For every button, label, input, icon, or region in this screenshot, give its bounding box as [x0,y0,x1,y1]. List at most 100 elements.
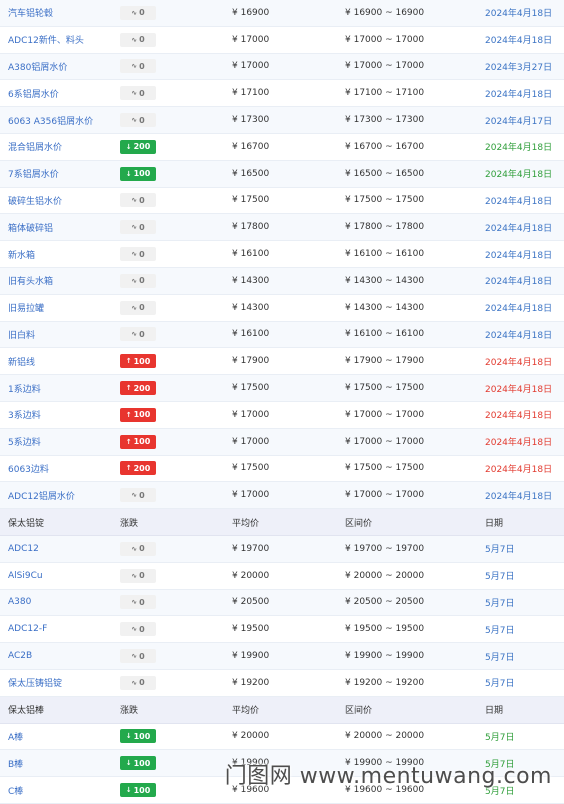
product-name-link[interactable]: 旧有头水箱 [8,268,53,294]
product-name-link[interactable]: C棒 [8,777,23,803]
change-badge: ∿ 0 [120,675,156,690]
flat-trend-icon: ∿ [131,196,138,205]
change-value: 0 [139,490,145,500]
change-cell: ↓ 100 [120,724,156,750]
flat-trend-icon: ∿ [131,276,138,285]
change-badge: ↓ 100 [120,729,156,744]
table-row: 新水箱 ∿ 0 ¥ 16100 ¥ 16100 ~ 16100 2024年4月18日 [0,241,564,268]
change-badge: ∿ 0 [120,488,156,503]
product-name-link[interactable]: AC2B [8,643,32,669]
product-name-link[interactable]: 汽车铝轮毂 [8,0,53,26]
date: 5月7日 [485,598,515,609]
average-price: ¥ 19900 [232,651,270,662]
price-range: ¥ 17800 ~ 17800 [345,222,425,233]
price-range: ¥ 19500 ~ 19500 [345,624,425,635]
change-cell: ↑ 100 [120,402,156,428]
date: 2024年4月18日 [485,89,553,100]
change-value: 0 [139,303,145,313]
column-header-range: 区间价 [345,706,373,717]
change-value: 100 [133,731,151,741]
change-value: 0 [139,597,145,607]
average-price: ¥ 16700 [232,141,270,152]
change-value: 200 [133,383,151,393]
product-name-link[interactable]: 混合铝屑水价 [8,134,62,160]
product-name-link[interactable]: 保太压铸铝锭 [8,670,62,696]
flat-trend-icon: ∿ [131,544,138,553]
product-name-link[interactable]: A380 [8,590,31,616]
change-cell: ↑ 100 [120,429,156,455]
product-name-link[interactable]: 6063 A356铝屑水价 [8,107,93,133]
product-name-link[interactable]: AlSi9Cu [8,563,43,589]
flat-trend-icon: ∿ [131,8,138,17]
product-name-link[interactable]: ADC12铝屑水价 [8,482,75,508]
change-badge: ↓ 200 [120,139,156,154]
table-row: 1系边料 ↑ 200 ¥ 17500 ¥ 17500 ~ 17500 2024年4月18日 [0,375,564,402]
product-name-link[interactable]: 旧白料 [8,322,35,348]
date: 2024年4月18日 [485,277,553,288]
change-badge: ↑ 100 [120,434,156,449]
change-badge: ∿ 0 [120,649,156,664]
average-price: ¥ 16900 [232,7,270,18]
product-name-link[interactable]: B棒 [8,750,23,776]
product-name-link[interactable]: A380铝屑水价 [8,54,67,80]
product-name-link[interactable]: ADC12-F [8,616,47,642]
change-cell: ∿ 0 [120,616,156,642]
product-name-link[interactable]: 新铝线 [8,348,35,374]
change-badge: ∿ 0 [120,541,156,556]
change-cell: ↓ 100 [120,750,156,776]
change-cell: ∿ 0 [120,107,156,133]
product-name-link[interactable]: A棒 [8,724,23,750]
change-badge: ↓ 100 [120,166,156,181]
average-price: ¥ 19200 [232,677,270,688]
change-cell: ∿ 0 [120,536,156,562]
product-name-link[interactable]: 5系边料 [8,429,41,455]
change-cell: ∿ 0 [120,0,156,26]
section-header-row: 保太铝锭 涨跌 平均价 区间价 日期 [0,509,564,536]
date: 2024年4月17日 [485,116,553,127]
date: 2024年4月18日 [485,384,553,395]
average-price: ¥ 17300 [232,115,270,126]
flat-trend-icon: ∿ [131,62,138,71]
date: 5月7日 [485,545,515,556]
average-price: ¥ 16100 [232,329,270,340]
product-name-link[interactable]: 6063边料 [8,456,49,482]
column-header-change: 涨跌 [120,706,139,717]
average-price: ¥ 14300 [232,302,270,313]
table-row: 旧有头水箱 ∿ 0 ¥ 14300 ¥ 14300 ~ 14300 2024年4月18日 [0,267,564,295]
product-name-link[interactable]: 1系边料 [8,375,41,401]
change-badge: ∿ 0 [120,86,156,101]
product-name-link[interactable]: 7系铝屑水价 [8,161,59,187]
change-badge: ↓ 100 [120,783,156,797]
product-name-link[interactable]: 6系铝屑水价 [8,80,59,106]
table-row: ADC12新件、料头 ∿ 0 ¥ 17000 ¥ 17000 ~ 17000 2024年4… [0,27,564,54]
average-price: ¥ 20000 [232,731,270,742]
table-row: A棒 ↓ 100 ¥ 20000 ¥ 20000 ~ 20000 5月7日 [0,724,564,751]
change-badge: ∿ 0 [120,300,156,315]
change-cell: ∿ 0 [120,80,156,106]
change-badge: ↑ 100 [120,354,156,369]
price-range: ¥ 14300 ~ 14300 [345,275,425,286]
table-row: AlSi9Cu ∿ 0 ¥ 20000 ¥ 20000 ~ 20000 5月7日 [0,563,564,590]
change-cell: ∿ 0 [120,268,156,294]
change-value: 0 [139,678,145,688]
table-row: 旧白料 ∿ 0 ¥ 16100 ¥ 16100 ~ 16100 2024年4月18日 [0,321,564,349]
product-name-link[interactable]: 箱体破碎铝 [8,214,53,240]
date: 2024年4月18日 [485,438,553,449]
average-price: ¥ 17500 [232,383,270,394]
table-row: 6063 A356铝屑水价 ∿ 0 ¥ 17300 ¥ 17300 ~ 17300 202… [0,107,564,134]
product-name-link[interactable]: ADC12 [8,536,39,562]
change-value: 0 [139,88,145,98]
flat-trend-icon: ∿ [131,89,138,98]
product-name-link[interactable]: 新水箱 [8,241,35,267]
product-name-link[interactable]: ADC12新件、料头 [8,27,84,53]
change-value: 200 [133,463,151,473]
flat-trend-icon: ∿ [131,571,138,580]
arrow-down-icon: ↓ [125,732,132,741]
price-table: 汽车铝轮毂 ∿ 0 ¥ 16900 ¥ 16900 ~ 16900 2024年4月18日 A… [0,0,564,804]
product-name-link[interactable]: 3系边料 [8,402,41,428]
product-name-link[interactable]: 旧易拉罐 [8,295,44,321]
change-value: 0 [139,8,145,18]
arrow-down-icon: ↓ [125,142,132,151]
flat-trend-icon: ∿ [131,303,138,312]
product-name-link[interactable]: 破碎生铝水价 [8,188,62,214]
